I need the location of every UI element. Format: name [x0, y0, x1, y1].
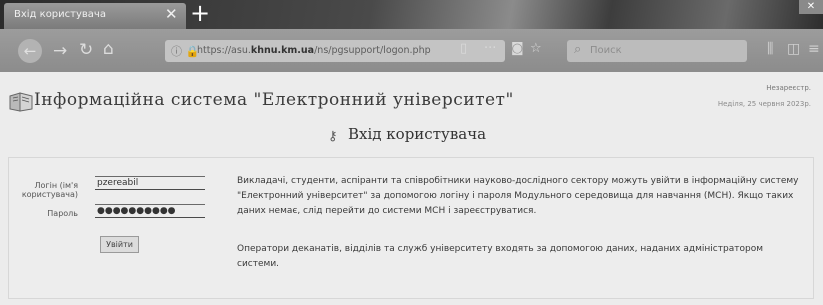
search-icon: ⌕ [574, 42, 582, 57]
tab-title: Вхід користувача [14, 9, 106, 20]
info-lock-icon[interactable]: ⓘ 🔒 [171, 43, 199, 59]
pocket-icon[interactable]: ◙ [511, 41, 524, 56]
home-icon[interactable]: ⌂ [103, 39, 114, 59]
url-text[interactable]: https://asu.khnu.km.ua/ns/pgsupport/logo… [197, 45, 431, 56]
url-bar[interactable]: ⓘ 🔒 https://asu.khnu.km.ua/ns/pgsupport/… [165, 40, 505, 62]
window-close-icon[interactable]: ✕ [799, 0, 823, 14]
sidebar-icon[interactable]: ◫ [787, 41, 800, 57]
back-icon[interactable]: ← [18, 39, 42, 63]
new-tab-icon[interactable]: + [190, 0, 210, 28]
library-icon[interactable]: ⫼ [767, 41, 773, 57]
more-icon[interactable]: ··· [484, 41, 496, 56]
login-submit-button[interactable]: Увійти [100, 236, 139, 253]
login-title: Вхід користувача [348, 125, 487, 143]
bookmark-star-icon[interactable]: ☆ [530, 41, 542, 56]
reload-icon[interactable]: ↻ [79, 40, 93, 60]
reader-icon[interactable]: ▯ [460, 41, 467, 56]
browser-tab[interactable]: Вхід користувача ✕ [4, 3, 186, 29]
tab-strip: Вхід користувача ✕ + ✕ [0, 0, 823, 29]
current-date: Неділя, 25 червня 2023р. [717, 100, 811, 108]
info-paragraph-2: Оператори деканатів, відділів та служб у… [237, 244, 763, 269]
tab-close-icon[interactable]: ✕ [165, 5, 178, 23]
login-label: Логін (ім'я користувача) [21, 181, 78, 199]
info-paragraph-1: Викладачі, студенти, аспіранти та співро… [237, 176, 799, 216]
password-label: Пароль [47, 209, 78, 218]
password-input[interactable] [95, 204, 205, 218]
navigation-toolbar: ← → ↻ ⌂ ⓘ 🔒 https://asu.khnu.km.ua/ns/pg… [0, 29, 823, 72]
forward-icon[interactable]: → [53, 41, 67, 61]
login-panel: Логін (ім'я користувача) Пароль Увійти В… [8, 157, 814, 299]
key-icon: ⚷ [328, 129, 338, 144]
search-bar[interactable]: ⌕ Поиск [567, 40, 747, 62]
university-logo-icon [9, 92, 33, 112]
search-placeholder: Поиск [590, 45, 622, 56]
menu-icon[interactable]: ≡ [808, 41, 820, 57]
site-title: Інформаційна система "Електронний універ… [34, 90, 514, 110]
user-name: Незареєстр. [766, 84, 811, 92]
login-input[interactable] [95, 176, 205, 190]
